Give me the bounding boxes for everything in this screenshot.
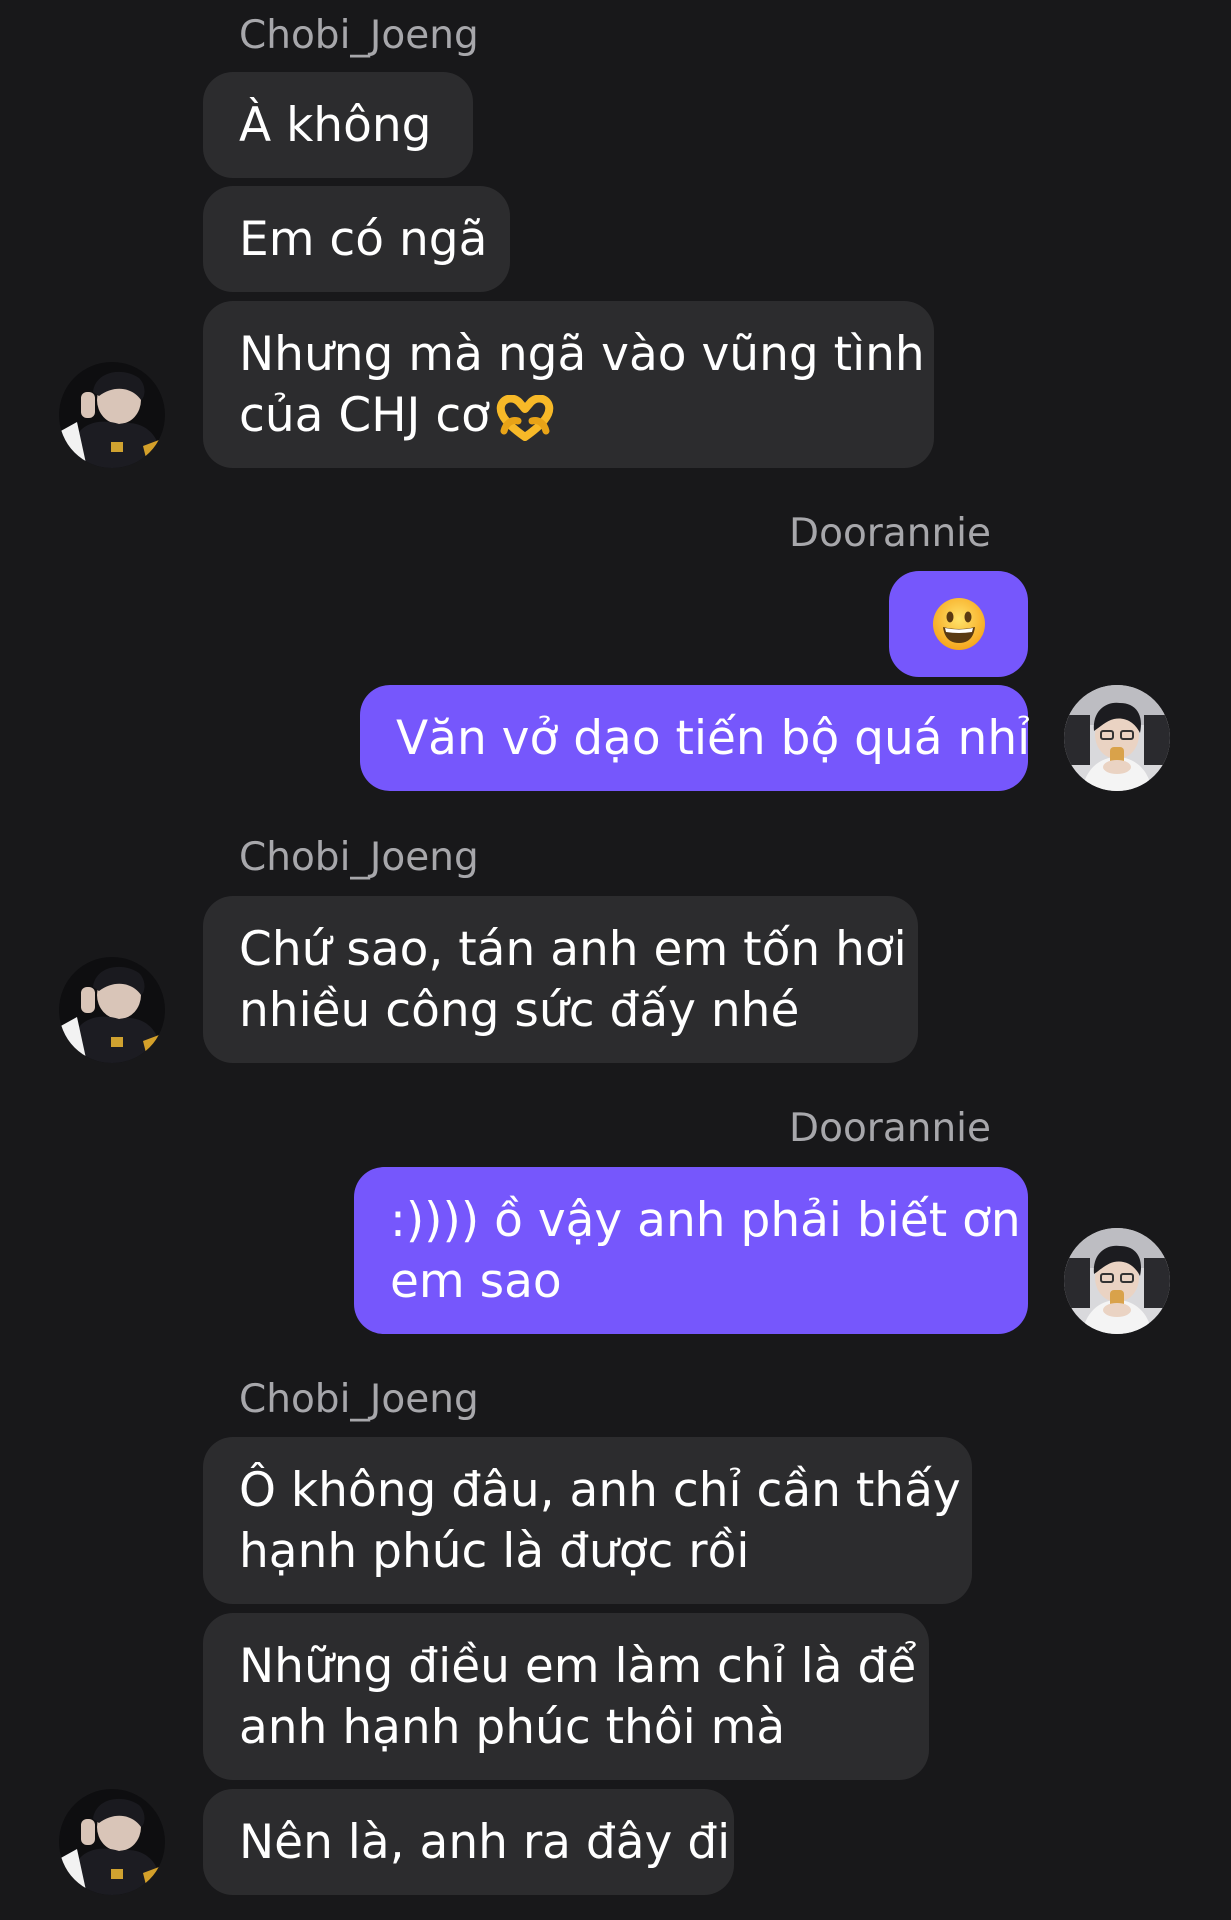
sender-name: Chobi_Joeng	[239, 1377, 479, 1422]
avatar-doorannie[interactable]	[1064, 685, 1170, 791]
message-bubble-outgoing[interactable]: Văn vở dạo tiến bộ quá nhỉ	[360, 685, 1031, 791]
sender-name: Doorannie	[789, 511, 991, 556]
message-text: nhiều công sức đấy nhé	[239, 982, 800, 1038]
sender-name: Chobi_Joeng	[239, 13, 479, 58]
message-text: Nhưng mà ngã vào vũng tình	[239, 326, 925, 382]
message-text: Nên là, anh ra đây đi	[239, 1814, 731, 1870]
message-text: em sao	[390, 1253, 562, 1309]
avatar-chobi-joeng[interactable]	[59, 1789, 165, 1895]
sender-name: Chobi_Joeng	[239, 835, 479, 880]
message-text: :)))) ồ vậy anh phải biết ơn	[390, 1192, 1021, 1248]
message-text: anh hạnh phúc thôi mà	[239, 1699, 786, 1755]
message-bubble-outgoing[interactable]: :)))) ồ vậy anh phải biết ơn em sao	[354, 1167, 1028, 1334]
message-text: Em có ngã	[239, 211, 488, 267]
avatar-doorannie[interactable]	[1064, 1228, 1170, 1334]
heart-hands-icon	[496, 395, 554, 441]
message-bubble-incoming[interactable]: Em có ngã	[203, 186, 510, 292]
message-text: hạnh phúc là được rồi	[239, 1523, 750, 1579]
message-bubble-incoming[interactable]: Những điều em làm chỉ là để anh hạnh phú…	[203, 1613, 929, 1780]
message-text: của CHJ cơ	[239, 387, 490, 443]
message-bubble-outgoing[interactable]	[889, 571, 1028, 677]
sender-name: Doorannie	[789, 1106, 991, 1151]
message-bubble-incoming[interactable]: Nên là, anh ra đây đi	[203, 1789, 734, 1895]
grinning-face-icon	[932, 598, 985, 650]
message-bubble-incoming[interactable]: Nhưng mà ngã vào vũng tình của CHJ cơ	[203, 301, 934, 468]
message-text: À không	[239, 97, 432, 153]
avatar-chobi-joeng[interactable]	[59, 957, 165, 1063]
message-text: Chứ sao, tán anh em tốn hơi	[239, 921, 907, 977]
message-bubble-incoming[interactable]: Chứ sao, tán anh em tốn hơi nhiều công s…	[203, 896, 918, 1063]
message-bubble-incoming[interactable]: Ô không đâu, anh chỉ cần thấy hạnh phúc …	[203, 1437, 972, 1604]
message-text: Những điều em làm chỉ là để	[239, 1638, 917, 1694]
avatar-chobi-joeng[interactable]	[59, 362, 165, 468]
message-bubble-incoming[interactable]: À không	[203, 72, 473, 178]
message-text: Văn vở dạo tiến bộ quá nhỉ	[396, 710, 1031, 766]
message-text: Ô không đâu, anh chỉ cần thấy	[239, 1462, 961, 1518]
